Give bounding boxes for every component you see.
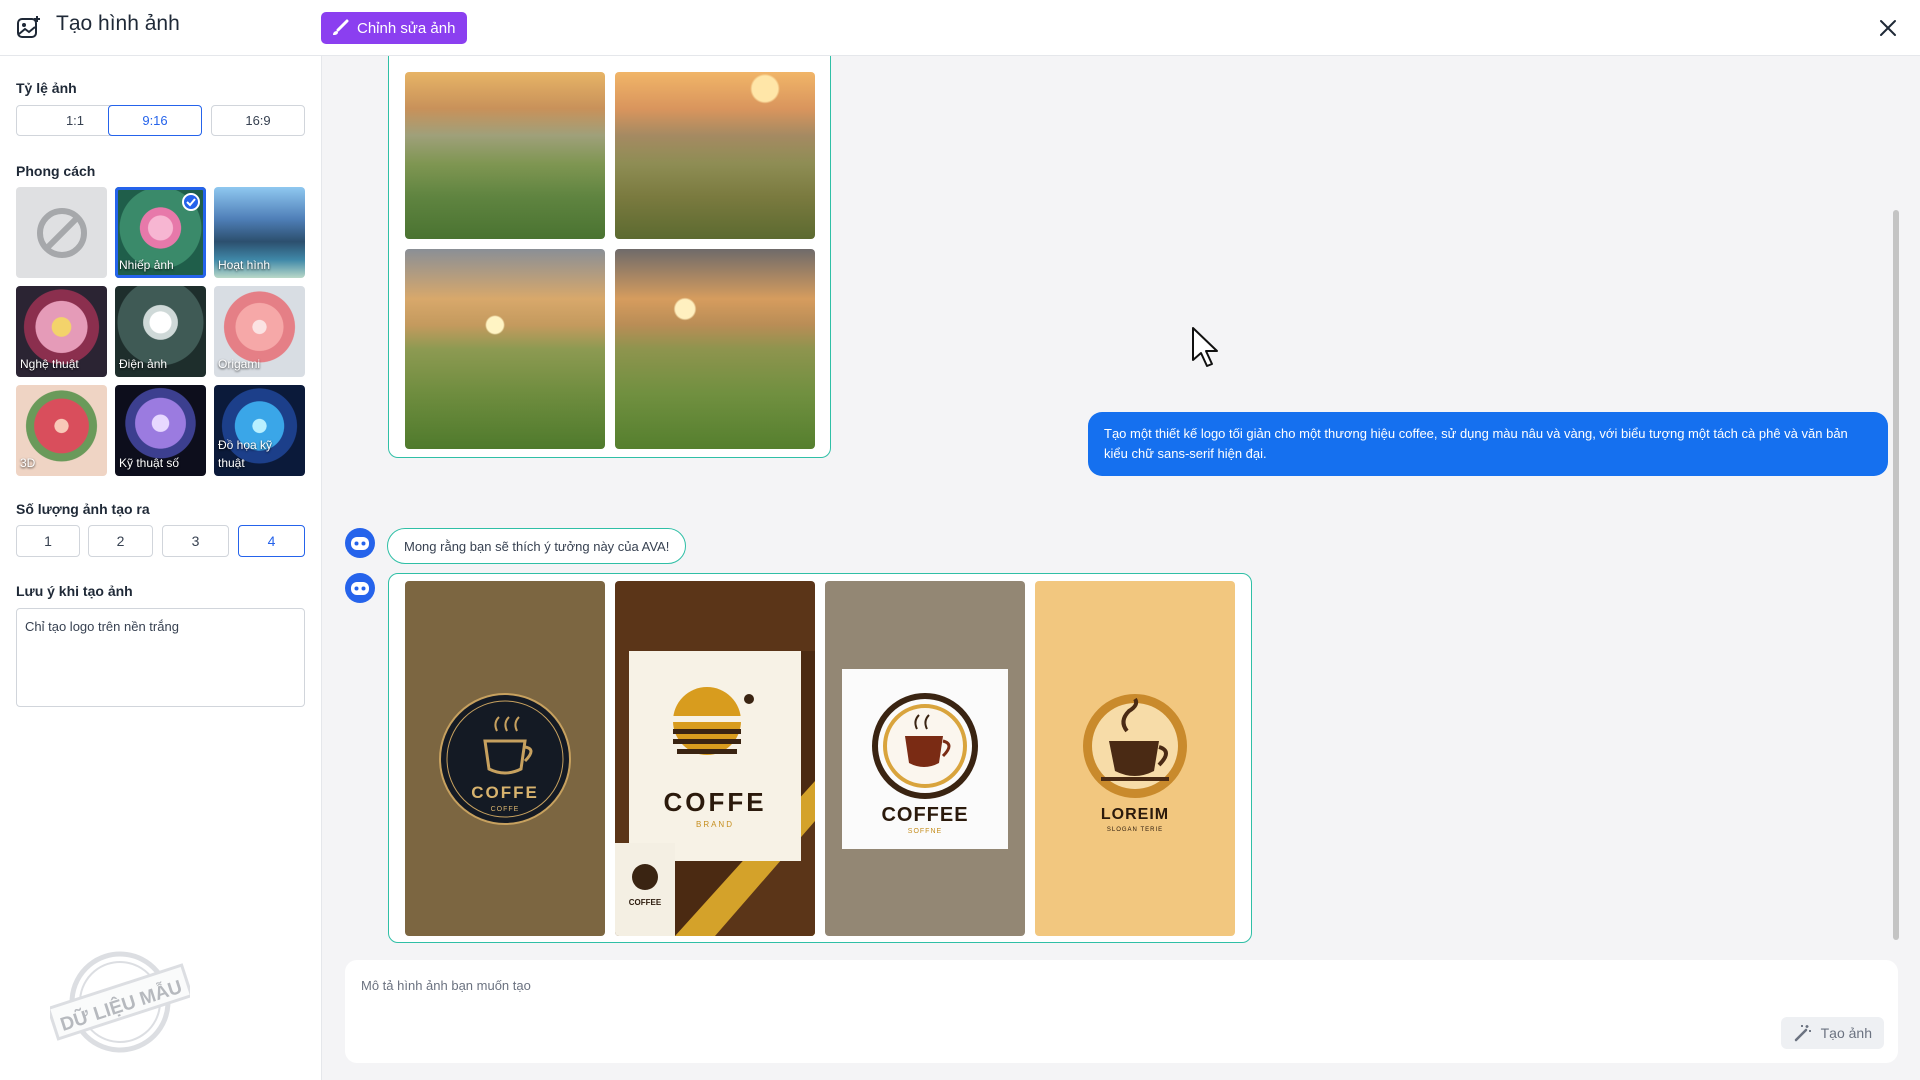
page-title: Tạo hình ảnh <box>56 12 180 35</box>
close-icon[interactable] <box>1876 16 1900 40</box>
generate-image-button[interactable]: Tạo ảnh <box>1780 1017 1884 1049</box>
user-message-bubble: Tạo một thiết kế logo tối giản cho một t… <box>1088 412 1888 476</box>
bot-avatar <box>345 528 375 558</box>
bot-avatar-2 <box>345 573 375 603</box>
prompt-input[interactable] <box>361 978 1561 993</box>
quantity-option-2[interactable]: 2 <box>88 525 153 557</box>
ratio-option-9-16[interactable]: 9:16 <box>108 105 202 136</box>
logo-3-text: COFFEE <box>881 804 968 826</box>
ratio-option-16-9[interactable]: 16:9 <box>211 105 305 136</box>
no-style-icon <box>36 207 87 258</box>
style-label-3d: 3D <box>20 456 36 470</box>
landscape-result-card <box>388 56 831 458</box>
landscape-image-2[interactable] <box>615 72 815 239</box>
chat-scrollbar[interactable] <box>1893 72 1899 940</box>
style-label-photography: Nhiếp ảnh <box>119 258 174 272</box>
style-cartoon[interactable]: Hoạt hình <box>214 187 305 278</box>
logo-2-subtext: BRAND <box>696 820 734 829</box>
logo-4-art: LOREIM SLOGAN TERIE <box>1083 694 1187 833</box>
style-grid: Nhiếp ảnh Hoạt hình Nghệ thuật Điện ảnh … <box>16 187 305 476</box>
logo-result-card: COFFE COFFE COFFE BRAND COFFEE COFFEE SO… <box>388 573 1252 943</box>
style-none[interactable] <box>16 187 107 278</box>
logo-4-subtext: SLOGAN TERIE <box>1107 827 1163 833</box>
style-digital[interactable]: Kỹ thuật số <box>115 385 206 476</box>
landscape-image-3[interactable] <box>405 249 605 449</box>
logo-2-art: COFFE BRAND COFFEE <box>615 651 815 936</box>
style-label-cartoon: Hoạt hình <box>218 258 271 272</box>
mouse-cursor-icon <box>1192 327 1218 367</box>
logo-image-4[interactable]: LOREIM SLOGAN TERIE <box>1035 581 1235 936</box>
style-label-digital: Kỹ thuật số <box>119 456 180 470</box>
magic-wand-icon <box>1794 1025 1811 1042</box>
logo-4-text: LOREIM <box>1101 806 1169 823</box>
quantity-section-label: Số lượng ảnh tạo ra <box>16 501 150 517</box>
robot-icon <box>351 537 369 550</box>
robot-icon <box>351 582 369 595</box>
logo-image-2[interactable]: COFFE BRAND COFFEE <box>615 581 815 936</box>
notes-textarea[interactable]: Chỉ tạo logo trên nền trắng <box>16 608 305 707</box>
style-section-label: Phong cách <box>16 163 96 179</box>
style-technical[interactable]: Đồ họa kỹ thuật <box>214 385 305 476</box>
landscape-image-4[interactable] <box>615 249 815 449</box>
quantity-option-4[interactable]: 4 <box>238 525 305 557</box>
chat-scrollbar-thumb[interactable] <box>1893 210 1899 940</box>
logo-1-text: COFFE <box>471 783 539 802</box>
selected-check-icon <box>182 193 200 211</box>
logo-3-subtext: SOFFNE <box>908 828 942 835</box>
sample-data-stamp: DỮ LIỆU MẪU <box>50 951 190 1053</box>
edit-image-label: Chỉnh sửa ảnh <box>357 19 456 37</box>
bot-message-bubble: Mong rằng bạn sẽ thích ý tưởng này của A… <box>387 528 687 564</box>
logo-2-mini-text: COFFEE <box>629 898 662 907</box>
style-photography[interactable]: Nhiếp ảnh <box>115 187 206 278</box>
landscape-image-1[interactable] <box>405 72 605 239</box>
logo-2-text: COFFE <box>663 787 766 817</box>
logo-1-subtext: COFFE <box>491 806 520 813</box>
brush-icon <box>333 19 349 35</box>
generate-image-label: Tạo ảnh <box>1820 1025 1872 1041</box>
logo-3-art: COFFEE SOFFNE <box>842 669 1008 849</box>
style-3d[interactable]: 3D <box>16 385 107 476</box>
prompt-box: Tạo ảnh <box>345 960 1898 1063</box>
style-art[interactable]: Nghệ thuật <box>16 286 107 377</box>
ratio-section-label: Tỷ lệ ảnh <box>16 80 77 96</box>
style-label-technical: Đồ họa kỹ thuật <box>218 438 273 470</box>
notes-section-label: Lưu ý khi tạo ảnh <box>16 583 133 599</box>
logo-1-art: COFFE COFFE <box>439 693 571 825</box>
style-label-cinema: Điện ảnh <box>119 357 168 371</box>
style-label-origami: Origami <box>218 357 261 371</box>
edit-image-button[interactable]: Chỉnh sửa ảnh <box>321 12 468 44</box>
quantity-option-3[interactable]: 3 <box>162 525 229 557</box>
style-cinema[interactable]: Điện ảnh <box>115 286 206 377</box>
logo-image-1[interactable]: COFFE COFFE <box>405 581 605 936</box>
image-sparkle-icon <box>17 16 40 38</box>
style-label-art: Nghệ thuật <box>20 357 79 371</box>
app-header: Tạo hình ảnh Chỉnh sửa ảnh <box>0 0 1920 56</box>
logo-image-3[interactable]: COFFEE SOFFNE <box>825 581 1025 936</box>
quantity-option-1[interactable]: 1 <box>16 525 80 557</box>
style-origami[interactable]: Origami <box>214 286 305 377</box>
